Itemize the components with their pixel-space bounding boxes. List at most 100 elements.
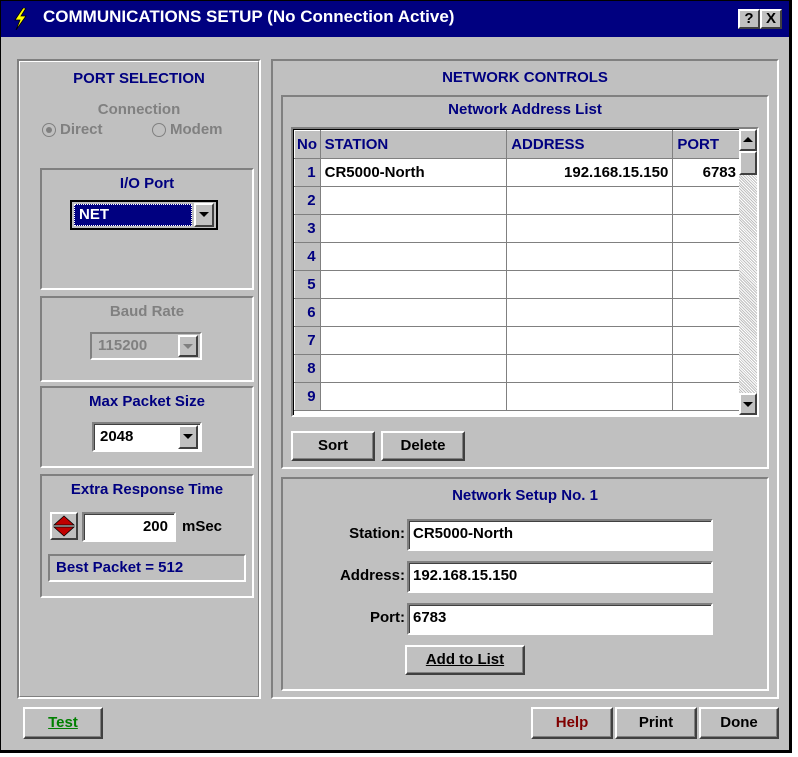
address-input[interactable]: 192.168.15.150 (407, 561, 713, 593)
max-packet-dropdown-icon[interactable] (178, 425, 198, 449)
port-cell[interactable] (672, 270, 741, 299)
window-title: COMMUNICATIONS SETUP (No Connection Acti… (43, 7, 455, 26)
baud-rate-select[interactable]: 115200 (90, 332, 202, 360)
station-cell[interactable] (319, 270, 508, 299)
row-number: 1 (294, 158, 321, 187)
table-row[interactable]: 3 (294, 214, 741, 243)
station-cell[interactable] (319, 382, 508, 411)
table-row[interactable]: 7 (294, 326, 741, 355)
port-cell[interactable] (672, 298, 741, 327)
address-list-group: Network Address List No STATION ADDRESS … (281, 95, 769, 469)
extra-response-label: Extra Response Time (70, 481, 224, 498)
scroll-up-icon[interactable] (739, 129, 757, 151)
baud-rate-dropdown-icon[interactable] (178, 335, 198, 357)
io-port-select[interactable]: NET (70, 200, 218, 230)
print-button[interactable]: Print (615, 707, 697, 739)
address-cell[interactable] (506, 214, 674, 243)
extra-response-spinner-icon[interactable] (50, 512, 78, 540)
station-cell[interactable] (319, 186, 508, 215)
port-cell[interactable] (672, 214, 741, 243)
address-cell[interactable] (506, 354, 674, 383)
direct-radio-icon (42, 123, 56, 137)
table-row[interactable]: 2 (294, 186, 741, 215)
scroll-down-icon[interactable] (739, 393, 757, 415)
address-cell[interactable] (506, 326, 674, 355)
port-cell[interactable]: 6783 (672, 158, 741, 187)
table-scrollbar[interactable] (739, 129, 757, 415)
port-selection-title: PORT SELECTION (73, 70, 205, 87)
address-cell[interactable]: 192.168.15.150 (506, 158, 674, 187)
io-port-dropdown-icon[interactable] (194, 203, 214, 227)
address-cell[interactable] (506, 270, 674, 299)
scroll-thumb[interactable] (739, 151, 757, 175)
table-row[interactable]: 1 CR5000-North 192.168.15.150 6783 (294, 158, 741, 187)
station-cell[interactable] (319, 326, 508, 355)
address-grid: No STATION ADDRESS PORT 1 CR5000-North 192… (294, 130, 741, 411)
port-input[interactable]: 6783 (407, 603, 713, 635)
station-label: Station: (349, 525, 405, 542)
col-no-header[interactable]: No (294, 130, 321, 159)
port-cell[interactable] (672, 242, 741, 271)
help-title-button[interactable]: ? (738, 9, 760, 29)
communications-setup-window: COMMUNICATIONS SETUP (No Connection Acti… (0, 0, 792, 753)
row-number: 8 (294, 354, 321, 383)
modem-radio-icon (152, 123, 166, 137)
help-button[interactable]: Help (531, 707, 613, 739)
address-cell[interactable] (506, 186, 674, 215)
station-cell[interactable] (319, 354, 508, 383)
station-cell[interactable]: CR5000-North (319, 158, 508, 187)
modem-label: Modem (170, 121, 223, 138)
col-station-header[interactable]: STATION (319, 130, 508, 159)
baud-rate-group: Baud Rate 115200 (40, 296, 254, 382)
sort-button[interactable]: Sort (291, 431, 375, 461)
station-cell[interactable] (319, 298, 508, 327)
extra-response-group: Extra Response Time 200 mSec Best Packet… (40, 474, 254, 598)
done-button[interactable]: Done (699, 707, 779, 739)
best-packet-box: Best Packet = 512 (48, 554, 246, 582)
table-row[interactable]: 8 (294, 354, 741, 383)
port-cell[interactable] (672, 186, 741, 215)
title-bar[interactable]: COMMUNICATIONS SETUP (No Connection Acti… (1, 1, 789, 37)
address-cell[interactable] (506, 298, 674, 327)
station-input[interactable]: CR5000-North (407, 519, 713, 551)
extra-response-unit: mSec (182, 518, 223, 535)
max-packet-select[interactable]: 2048 (92, 422, 202, 452)
port-selection-inner: PORT SELECTION Connection Direct Modem I… (19, 61, 259, 697)
address-cell[interactable] (506, 242, 674, 271)
io-port-group: I/O Port NET (40, 168, 254, 290)
table-header-row: No STATION ADDRESS PORT (294, 130, 741, 159)
port-cell[interactable] (672, 326, 741, 355)
network-setup-title: Network Setup No. 1 (452, 487, 598, 504)
port-selection-panel: PORT SELECTION Connection Direct Modem I… (17, 59, 261, 699)
address-cell[interactable] (506, 382, 674, 411)
table-row[interactable]: 4 (294, 242, 741, 271)
network-controls-panel: NETWORK CONTROLS Network Address List No… (271, 59, 779, 699)
address-label: Address: (339, 567, 405, 584)
row-number: 2 (294, 186, 321, 215)
col-port-header[interactable]: PORT (672, 130, 741, 159)
test-button[interactable]: Test (23, 707, 103, 739)
port-cell[interactable] (672, 354, 741, 383)
table-row[interactable]: 9 (294, 382, 741, 411)
station-cell[interactable] (319, 214, 508, 243)
address-list-title: Network Address List (448, 101, 602, 118)
table-row[interactable]: 5 (294, 270, 741, 299)
direct-label: Direct (60, 121, 103, 138)
delete-button[interactable]: Delete (381, 431, 465, 461)
max-packet-group: Max Packet Size 2048 (40, 386, 254, 468)
modem-radio[interactable]: Modem (152, 120, 252, 140)
close-title-button[interactable]: X (760, 9, 782, 29)
io-port-value: NET (74, 204, 192, 226)
port-cell[interactable] (672, 382, 741, 411)
direct-radio[interactable]: Direct (42, 120, 142, 140)
table-row[interactable]: 6 (294, 298, 741, 327)
add-to-list-button[interactable]: Add to List (405, 645, 525, 675)
col-address-header[interactable]: ADDRESS (506, 130, 674, 159)
row-number: 7 (294, 326, 321, 355)
network-setup-group: Network Setup No. 1 Station: CR5000-Nort… (281, 477, 769, 691)
row-number: 4 (294, 242, 321, 271)
baud-rate-label: Baud Rate (109, 303, 185, 320)
station-cell[interactable] (319, 242, 508, 271)
extra-response-input[interactable]: 200 (82, 512, 176, 542)
io-port-label: I/O Port (119, 175, 175, 192)
